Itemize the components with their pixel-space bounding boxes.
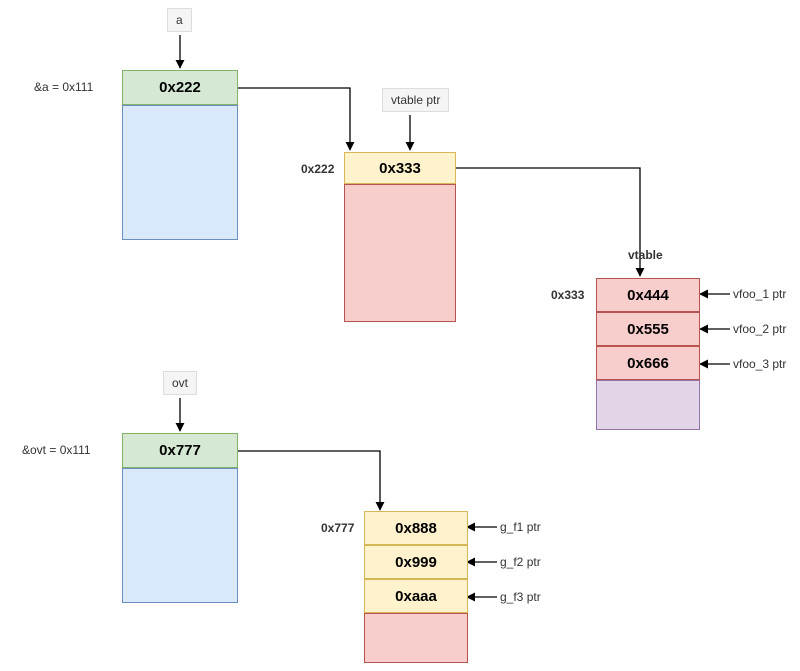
label-ovt-address: &ovt = 0x111 [22,443,91,457]
label-obj-address: 0x222 [301,162,334,176]
label-vtable-title: vtable [628,248,663,262]
label-ovt: ovt [163,371,197,395]
vtable-row-1: 0x555 [596,312,700,346]
label-vfoo2: vfoo_2 ptr [733,322,786,336]
ovt-header-cell: 0x777 [122,433,238,468]
label-gf1: g_f1 ptr [500,520,541,534]
ovt-row-2: 0xaaa [364,579,468,613]
vtable-row-2: 0x666 [596,346,700,380]
label-a-address: &a = 0x111 [34,80,93,94]
obj-body [344,184,456,322]
a-header-cell: 0x222 [122,70,238,105]
ovt-body [122,468,238,603]
a-body [122,105,238,240]
label-gf3: g_f3 ptr [500,590,541,604]
label-vfoo1: vfoo_1 ptr [733,287,786,301]
label-gf2: g_f2 ptr [500,555,541,569]
arrow-ovt-to-table [238,451,380,510]
obj-header-cell: 0x333 [344,152,456,184]
label-vtable-address: 0x333 [551,288,584,302]
vtable-row-0: 0x444 [596,278,700,312]
label-a: a [167,8,192,32]
label-ovt-table-address: 0x777 [321,521,354,535]
arrow-a-to-obj [238,88,350,150]
arrow-obj-to-vtable [455,168,640,276]
label-vtable-ptr: vtable ptr [382,88,449,112]
ovt-row-0: 0x888 [364,511,468,545]
label-vfoo3: vfoo_3 ptr [733,357,786,371]
ovt-row-1: 0x999 [364,545,468,579]
ovt-tail [364,613,468,663]
vtable-tail [596,380,700,430]
